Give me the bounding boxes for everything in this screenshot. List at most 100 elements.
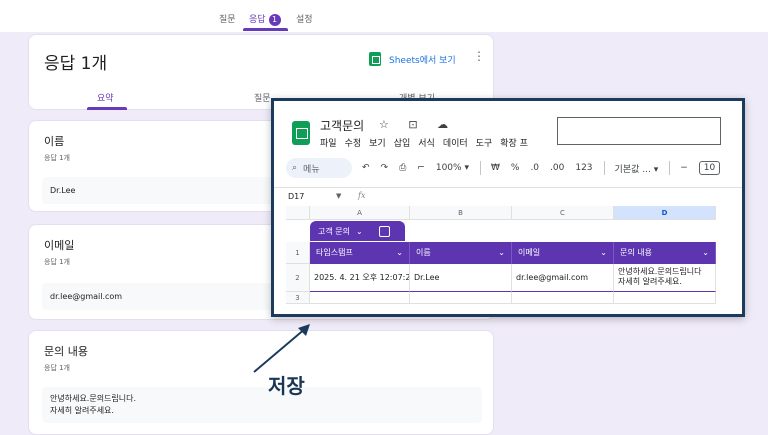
question-title: 문의 내용 <box>44 345 88 358</box>
toolbar-divider <box>669 161 671 175</box>
chevron-down-icon[interactable]: ▼ <box>336 192 341 200</box>
header-label: 이름 <box>416 248 431 257</box>
menu-view[interactable]: 보기 <box>369 136 386 149</box>
grid-corner[interactable] <box>286 206 310 220</box>
font-size-decrease-icon[interactable]: − <box>680 163 688 173</box>
annotation-save-label: 저장 <box>268 374 305 398</box>
responses-count-badge: 1 <box>268 13 281 26</box>
response-count: 응답 1개 <box>44 154 70 162</box>
print-icon[interactable]: ⎙ <box>399 163 406 173</box>
column-header-b[interactable]: B <box>410 206 512 220</box>
answer-line: 안녕하세요.문의드립니다. <box>50 394 137 403</box>
font-value: 기본값 ... <box>614 164 651 175</box>
tab-active-indicator <box>243 28 288 31</box>
tab-responses[interactable]: 응답 1 <box>249 12 281 26</box>
chevron-down-icon[interactable]: ⌄ <box>600 242 607 264</box>
name-box[interactable]: D17 <box>288 192 304 201</box>
menu-insert[interactable]: 삽입 <box>394 136 411 149</box>
header-label: 문의 내용 <box>620 248 652 257</box>
view-in-sheets-button[interactable]: Sheets에서 보기 <box>369 52 456 66</box>
increase-decimal-button[interactable]: .00 <box>550 163 564 173</box>
answer-line: 자세히 알려주세요. <box>50 406 114 415</box>
zoom-select[interactable]: 100% ▾ <box>436 163 469 173</box>
spreadsheet-title[interactable]: 고객문의 <box>320 117 364 134</box>
menu-extensions[interactable]: 확장 프 <box>500 136 528 149</box>
menu-format[interactable]: 서식 <box>418 136 435 149</box>
subtab-summary[interactable]: 요약 <box>97 91 114 104</box>
tab-settings[interactable]: 설정 <box>296 12 313 25</box>
table-header-cell[interactable]: 타임스탬프 ⌄ <box>310 242 410 264</box>
subtab-question[interactable]: 질문 <box>254 91 271 104</box>
header-label: 타임스탬프 <box>316 248 353 257</box>
search-icon: ⌕ <box>292 163 298 173</box>
menu-tools[interactable]: 도구 <box>476 136 493 149</box>
zoom-value: 100% <box>435 163 462 173</box>
toolbar-divider <box>479 161 481 175</box>
menu-edit[interactable]: 수정 <box>345 136 362 149</box>
table-header-cell[interactable]: 이메일 ⌄ <box>512 242 614 264</box>
empty-cell[interactable] <box>310 292 410 304</box>
column-header-d[interactable]: D <box>614 206 716 220</box>
sheets-toolbar: ⌕ 메뉴 ↶ ↷ ⎙ ⌐ 100% ▾ ₩ % .0 .00 123 기본값 .… <box>286 157 742 179</box>
tab-questions[interactable]: 질문 <box>219 12 236 25</box>
percent-button[interactable]: % <box>511 163 520 173</box>
sheets-icon <box>369 52 381 66</box>
menu-file[interactable]: 파일 <box>320 136 337 149</box>
table-header-cell[interactable]: 문의 내용 ⌄ <box>614 242 716 264</box>
top-tab-bar: 질문 응답 1 설정 <box>0 0 768 32</box>
more-options-icon[interactable]: ⋮ <box>473 49 485 63</box>
currency-button[interactable]: ₩ <box>491 163 500 173</box>
cell-name[interactable]: Dr.Lee <box>410 264 512 292</box>
fx-icon: fx <box>358 191 366 200</box>
response-count: 응답 1개 <box>44 258 70 266</box>
font-select[interactable]: 기본값 ... ▾ <box>615 162 659 175</box>
cell-inquiry-line: 자세히 알려주세요. <box>618 277 682 286</box>
responses-count-title: 응답 1개 <box>44 54 108 74</box>
formula-bar: D17 ▼ fx <box>274 187 742 205</box>
table-name-tab[interactable]: 고객 문의 ⌄ <box>310 221 405 241</box>
table-menu-icon[interactable] <box>378 225 390 237</box>
table-name-label: 고객 문의 <box>318 226 350 236</box>
menu-data[interactable]: 데이터 <box>443 136 468 149</box>
redo-icon[interactable]: ↷ <box>381 163 389 173</box>
chevron-down-icon[interactable]: ⌄ <box>702 242 709 264</box>
column-header-a[interactable]: A <box>310 206 410 220</box>
sheets-menu-bar: 파일 수정 보기 삽입 서식 데이터 도구 확장 프 <box>320 136 528 149</box>
toolbar-divider <box>603 161 605 175</box>
question-title: 이메일 <box>44 239 75 252</box>
title-action-icons[interactable]: ☆ ⊡ ☁ <box>379 118 456 131</box>
chevron-down-icon[interactable]: ⌄ <box>498 242 505 264</box>
font-size-input[interactable]: 10 <box>698 161 721 175</box>
menu-search-label: 메뉴 <box>303 164 320 175</box>
undo-icon[interactable]: ↶ <box>362 163 370 173</box>
tab-responses-label: 응답 <box>249 15 266 25</box>
empty-cell[interactable] <box>410 292 512 304</box>
table-header-cell[interactable]: 이름 ⌄ <box>410 242 512 264</box>
header-label: 이메일 <box>518 248 541 257</box>
row-header-2[interactable]: 2 <box>286 264 310 292</box>
cell-inquiry-line: 안녕하세요.문의드립니다 <box>618 267 702 276</box>
cell-timestamp[interactable]: 2025. 4. 21 오후 12:07:2 <box>310 264 410 292</box>
cell-inquiry[interactable]: 안녕하세요.문의드립니다 자세히 알려주세요. <box>614 264 716 292</box>
empty-cell[interactable] <box>512 292 614 304</box>
row-header-1[interactable]: 1 <box>286 242 310 264</box>
question-title: 이름 <box>44 135 65 148</box>
decrease-decimal-button[interactable]: .0 <box>530 163 539 173</box>
number-format-button[interactable]: 123 <box>575 163 592 173</box>
response-count: 응답 1개 <box>44 364 70 372</box>
paint-format-icon[interactable]: ⌐ <box>417 163 425 173</box>
sheet-grid: A B C D 고객 문의 ⌄ 1 2 3 타임스탬프 ⌄ 이름 ⌄ 이메일 ⌄ 문의… <box>286 206 742 314</box>
sheets-window: 고객문의 ☆ ⊡ ☁ 파일 수정 보기 삽입 서식 데이터 도구 확장 프 ⌕ … <box>271 98 745 317</box>
menu-search[interactable]: ⌕ 메뉴 <box>286 158 352 178</box>
row-header-3[interactable]: 3 <box>286 292 310 304</box>
chevron-down-icon[interactable]: ⌄ <box>396 242 403 264</box>
column-header-c[interactable]: C <box>512 206 614 220</box>
subtab-active-indicator <box>87 107 127 110</box>
cell-email[interactable]: dr.lee@gmail.com <box>512 264 614 292</box>
sheets-logo-icon[interactable] <box>292 121 310 145</box>
empty-cell[interactable] <box>614 292 716 304</box>
answer-box: 안녕하세요.문의드립니다. 자세히 알려주세요. <box>42 387 482 423</box>
redacted-box <box>557 117 721 145</box>
chevron-down-icon: ⌄ <box>355 226 363 236</box>
view-in-sheets-label: Sheets에서 보기 <box>389 55 456 66</box>
